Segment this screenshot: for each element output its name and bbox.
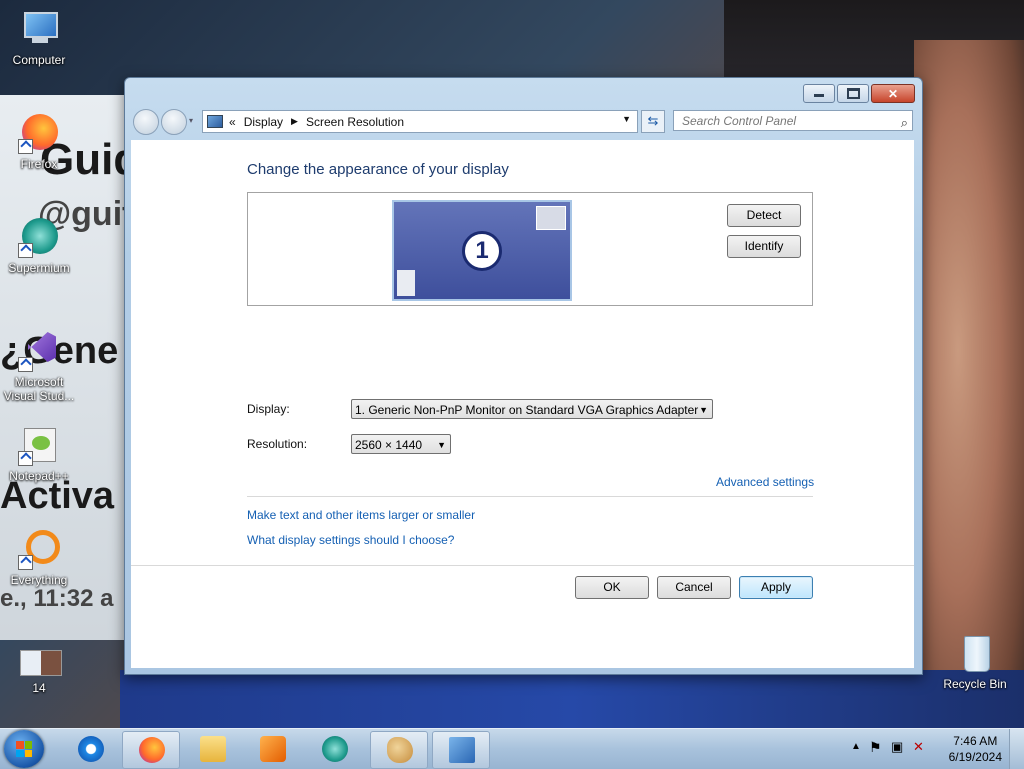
chevron-down-icon: ▼: [699, 405, 708, 415]
taskbar-media-player[interactable]: [244, 731, 300, 767]
volume-muted-icon[interactable]: ✕: [913, 739, 924, 755]
screen-resolution-window: ✕ ▾ « Display ▶ Screen Resolution ▼ ⇆ Se…: [124, 77, 923, 675]
taskbar-internet-explorer[interactable]: [62, 731, 118, 767]
visual-studio-icon: [18, 330, 60, 372]
monitor-1[interactable]: 1: [392, 200, 572, 301]
window-controls: ✕: [801, 84, 915, 103]
desktop-icon-supermium[interactable]: Supermium: [0, 216, 78, 275]
desktop-icon-computer[interactable]: Computer: [0, 8, 78, 67]
wallpaper-face: [914, 40, 1024, 730]
cancel-button[interactable]: Cancel: [657, 576, 731, 599]
taskbar-supermium[interactable]: [306, 731, 362, 767]
network-icon[interactable]: ▣: [891, 739, 903, 755]
taskbar-paint[interactable]: [370, 731, 428, 769]
maximize-icon: [847, 88, 860, 99]
everything-icon: [18, 528, 60, 570]
monitor-window-glyph: [536, 206, 566, 230]
desktop-icon-firefox[interactable]: Firefox: [0, 112, 78, 171]
breadcrumb-separator-icon[interactable]: ▶: [291, 116, 298, 127]
mouse-cursor-icon: [512, 383, 524, 399]
maximize-button[interactable]: [837, 84, 869, 103]
close-button[interactable]: ✕: [871, 84, 915, 103]
chevron-down-icon: ▼: [437, 440, 446, 450]
identify-button[interactable]: Identify: [727, 235, 801, 258]
notepadpp-icon: [18, 424, 60, 466]
computer-icon: [18, 8, 60, 50]
close-icon: ✕: [887, 86, 899, 101]
ok-button[interactable]: OK: [575, 576, 649, 599]
recycle-bin-icon: [954, 632, 996, 674]
monitor-number: 1: [462, 231, 502, 271]
forward-button[interactable]: [161, 109, 187, 135]
taskbar-firefox[interactable]: [122, 731, 180, 769]
desktop-icon-video-14[interactable]: 14: [0, 644, 78, 695]
page-title: Change the appearance of your display: [247, 161, 509, 178]
minimize-button[interactable]: [803, 84, 835, 103]
control-panel-display-icon: [449, 737, 475, 763]
divider: [131, 565, 914, 566]
clock[interactable]: 7:46 AM 6/19/2024: [949, 733, 1002, 765]
address-dropdown-icon[interactable]: ▼: [622, 114, 631, 124]
back-button[interactable]: [133, 109, 159, 135]
windows-logo-icon: [16, 741, 32, 757]
monitor-icon-glyph: [397, 270, 415, 296]
taskbar-control-panel[interactable]: [432, 731, 490, 769]
desktop-icon-everything[interactable]: Everything: [0, 528, 78, 587]
refresh-icon: ⇆: [647, 113, 659, 128]
breadcrumb-prefix[interactable]: «: [229, 115, 236, 129]
search-input[interactable]: Search Control Panel ⌕: [673, 110, 913, 131]
content-pane: Change the appearance of your display 1 …: [131, 140, 914, 668]
divider: [247, 496, 813, 497]
minimize-icon: [814, 94, 824, 97]
start-button[interactable]: [4, 730, 44, 768]
desktop-icon-recycle-bin[interactable]: Recycle Bin: [936, 632, 1014, 691]
text-size-link[interactable]: Make text and other items larger or smal…: [247, 508, 475, 522]
refresh-button[interactable]: ⇆: [641, 110, 665, 133]
clock-time: 7:46 AM: [953, 734, 998, 748]
clock-date: 6/19/2024: [948, 750, 1002, 764]
supermium-icon: [322, 736, 348, 762]
display-label: Display:: [247, 402, 290, 416]
address-bar[interactable]: « Display ▶ Screen Resolution ▼: [202, 110, 638, 133]
taskbar-file-explorer[interactable]: [184, 731, 240, 767]
taskbar: ▲ ⚑ ▣ ✕ 7:46 AM 6/19/2024: [0, 728, 1024, 769]
apply-button[interactable]: Apply: [739, 576, 813, 599]
display-settings-help-link[interactable]: What display settings should I choose?: [247, 533, 454, 547]
internet-explorer-icon: [78, 736, 104, 762]
supermium-icon: [18, 216, 60, 258]
monitor-preview-area: 1 Detect Identify: [247, 192, 813, 306]
show-desktop-button[interactable]: [1009, 729, 1024, 769]
advanced-settings-link[interactable]: Advanced settings: [716, 475, 814, 489]
action-center-flag-icon[interactable]: ⚑: [869, 739, 882, 756]
firefox-icon: [18, 112, 60, 154]
detect-button[interactable]: Detect: [727, 204, 801, 227]
resolution-select[interactable]: 2560 × 1440 ▼: [351, 434, 451, 454]
recent-pages-icon[interactable]: ▾: [189, 116, 193, 125]
desktop-icon-visual-studio[interactable]: Microsoft Visual Stud...: [0, 330, 78, 403]
show-hidden-icons-icon[interactable]: ▲: [851, 741, 861, 752]
desktop-icon-notepadpp[interactable]: Notepad++: [0, 424, 78, 483]
firefox-icon: [139, 737, 165, 763]
paint-icon: [387, 737, 413, 763]
breadcrumb-screen-resolution[interactable]: Screen Resolution: [306, 115, 404, 129]
file-explorer-icon: [200, 736, 226, 762]
wallpaper-shirt: [120, 670, 1024, 730]
system-tray: ▲ ⚑ ▣ ✕ 7:46 AM 6/19/2024: [839, 729, 1024, 769]
display-icon: [207, 115, 223, 128]
resolution-label: Resolution:: [247, 437, 308, 451]
breadcrumb-display[interactable]: Display: [244, 115, 283, 129]
video-thumbnail-icon: [18, 644, 62, 678]
wallpaper-text: e., 11:32 a: [0, 585, 114, 612]
search-icon[interactable]: ⌕: [901, 112, 908, 133]
display-select[interactable]: 1. Generic Non-PnP Monitor on Standard V…: [351, 399, 713, 419]
navigation-bar: ▾ « Display ▶ Screen Resolution ▼ ⇆ Sear…: [133, 108, 914, 135]
media-player-icon: [260, 736, 286, 762]
